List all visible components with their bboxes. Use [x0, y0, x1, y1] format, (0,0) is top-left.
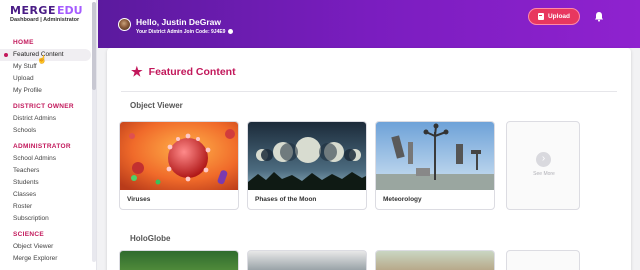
viruses-thumbnail [120, 122, 238, 190]
hand-cursor-icon: ☝ [37, 55, 47, 64]
logo-merge-text: MERGE [10, 4, 56, 17]
see-more-card[interactable]: › See More [506, 121, 580, 210]
featured-content-panel: ★ Featured Content Object Viewer Viruses… [107, 48, 631, 270]
sidebar-item-merge-explorer[interactable]: Merge Explorer [0, 253, 96, 265]
sidebar-item-upload[interactable]: Upload [0, 73, 96, 85]
sidebar-item-subscription[interactable]: Subscription [0, 213, 96, 225]
join-code-text: Your District Admin Join Code: 9J4E9 [136, 29, 233, 35]
upload-button-label: Upload [547, 13, 571, 20]
dashboard-subtitle: Dashboard | Administrator [10, 17, 80, 23]
page-title-text: Featured Content [148, 65, 236, 78]
help-icon[interactable] [227, 29, 233, 35]
title-divider [121, 91, 617, 92]
hologlobe-see-more-card[interactable] [506, 250, 580, 270]
sidebar-scrollbar[interactable] [92, 2, 96, 262]
merge-edu-logo[interactable]: MERGE EDU [10, 4, 83, 17]
hologlobe-card-1[interactable] [119, 250, 239, 270]
main-content: ★ Featured Content Object Viewer Viruses… [98, 48, 640, 270]
bell-icon[interactable] [594, 11, 604, 22]
meteorology-thumbnail [376, 122, 494, 190]
chevron-right-icon: › [536, 152, 551, 167]
join-code-label: Your District Admin Join Code: 9J4E9 [136, 29, 226, 35]
content-card-viruses[interactable]: Viruses [119, 121, 239, 210]
sidebar-item-school-admins[interactable]: School Admins [0, 153, 96, 165]
sidebar-item-object-viewer[interactable]: Object Viewer [0, 241, 96, 253]
sidebar-item-teachers[interactable]: Teachers [0, 165, 96, 177]
user-avatar[interactable] [118, 18, 131, 31]
logo-edu-text: EDU [56, 4, 83, 17]
nav-section-home: HOME [13, 39, 34, 46]
hologlobe-card-3[interactable] [375, 250, 495, 270]
nav-section-science: SCIENCE [13, 231, 44, 238]
sidebar-item-district-admins[interactable]: District Admins [0, 113, 96, 125]
document-icon [537, 13, 544, 20]
hologlobe-card-2[interactable] [247, 250, 367, 270]
sidebar-nav: HOME Featured Content My Stuff Upload My… [0, 33, 96, 265]
page-title: ★ Featured Content [131, 65, 236, 78]
upload-button[interactable]: Upload [528, 8, 580, 25]
sidebar-item-schools[interactable]: Schools [0, 125, 96, 137]
content-card-meteorology[interactable]: Meteorology [375, 121, 495, 210]
nav-section-district-owner: DISTRICT OWNER [13, 103, 74, 110]
star-icon: ★ [131, 64, 143, 79]
section-title-object-viewer: Object Viewer [130, 101, 183, 110]
sidebar-item-my-profile[interactable]: My Profile [0, 85, 96, 97]
top-header: Hello, Justin DeGraw Your District Admin… [98, 0, 640, 48]
section-title-hologlobe: HoloGlobe [130, 234, 171, 243]
nav-section-administrator: ADMINISTRATOR [13, 143, 71, 150]
card-label: Phases of the Moon [255, 196, 317, 203]
see-more-label: See More [533, 171, 555, 177]
moon-phases-thumbnail [248, 122, 366, 190]
sidebar-item-classes[interactable]: Classes [0, 189, 96, 201]
sidebar: MERGE EDU Dashboard | Administrator HOME… [0, 0, 97, 270]
card-label: Viruses [127, 196, 151, 203]
sidebar-scroll-thumb[interactable] [92, 2, 96, 90]
sidebar-item-students[interactable]: Students [0, 177, 96, 189]
sidebar-item-roster[interactable]: Roster [0, 201, 96, 213]
card-label: Meteorology [383, 196, 422, 203]
content-card-phases-of-the-moon[interactable]: Phases of the Moon [247, 121, 367, 210]
greeting-text: Hello, Justin DeGraw [136, 17, 222, 27]
sidebar-item-my-stuff[interactable]: My Stuff [0, 61, 96, 73]
